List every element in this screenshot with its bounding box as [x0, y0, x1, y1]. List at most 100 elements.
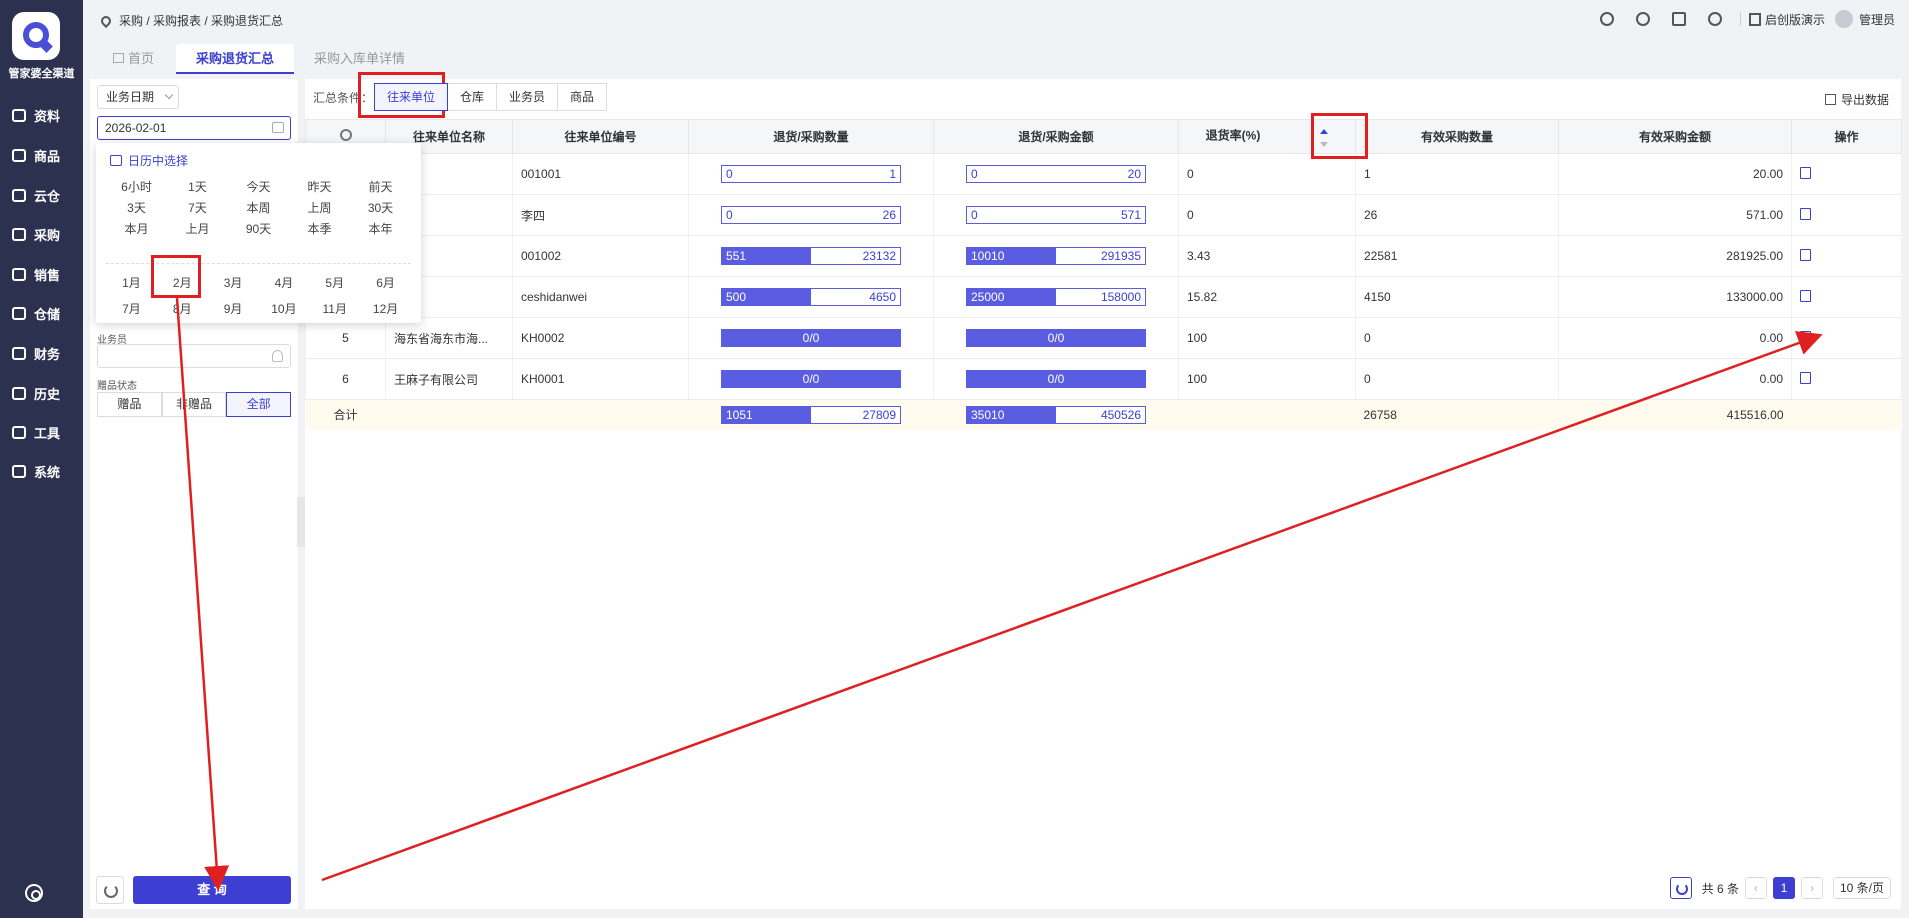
month-option[interactable]: 7月: [106, 296, 157, 322]
quick-range-option[interactable]: 上月: [167, 219, 228, 240]
month-option[interactable]: 9月: [208, 296, 259, 322]
quick-range-option[interactable]: 1天: [167, 177, 228, 198]
settings-gear-icon[interactable]: [25, 884, 43, 902]
user-name[interactable]: 管理员: [1859, 11, 1895, 28]
table-row[interactable]: 6 王麻子有限公司 KH0001 0/0 0/0 100 0 0.00: [305, 358, 1902, 400]
col-return-purchase-amount[interactable]: 退货/采购金额: [933, 119, 1179, 154]
summary-by-partner[interactable]: 往来单位: [374, 83, 449, 111]
month-option[interactable]: 11月: [309, 296, 360, 322]
qty-bar: 01: [721, 165, 901, 183]
page-number[interactable]: 1: [1772, 877, 1795, 899]
month-option[interactable]: 12月: [360, 296, 411, 322]
partner-code: 001002: [512, 235, 689, 277]
detail-doc-icon[interactable]: [1800, 166, 1811, 179]
bar-return-value: 0: [971, 167, 978, 181]
month-option[interactable]: 5月: [309, 270, 360, 296]
search-icon[interactable]: [1599, 12, 1614, 26]
summary-by-salesman[interactable]: 业务员: [496, 83, 559, 111]
col-effective-qty[interactable]: 有效采购数量: [1355, 119, 1559, 154]
action-cell: [1791, 235, 1902, 277]
gift-option-gift[interactable]: 赠品: [97, 392, 162, 417]
app-logo[interactable]: [12, 12, 60, 60]
summary-by-goods[interactable]: 商品: [557, 83, 608, 111]
nav-item-sales[interactable]: 销售: [0, 259, 83, 289]
gift-option-all[interactable]: 全部: [226, 392, 292, 417]
month-option[interactable]: 10月: [258, 296, 309, 322]
refresh-icon[interactable]: [1669, 877, 1692, 899]
quick-range-option[interactable]: 今天: [228, 177, 289, 198]
prev-page-button[interactable]: ‹: [1744, 877, 1767, 899]
quick-range-option[interactable]: 本月: [106, 219, 167, 240]
month-option[interactable]: 8月: [157, 296, 208, 322]
reset-button[interactable]: [96, 876, 124, 904]
quick-range-option[interactable]: 90天: [228, 219, 289, 240]
quick-range-option[interactable]: 6小时: [106, 177, 167, 198]
detail-doc-icon[interactable]: [1800, 248, 1811, 261]
brand-name: 管家婆全渠道: [8, 68, 75, 80]
company-name[interactable]: 启创版演示: [1765, 11, 1825, 28]
nav-item-tools[interactable]: 工具: [0, 417, 83, 447]
qty-bar: 0/0: [721, 329, 901, 347]
tab-home[interactable]: 首页: [93, 44, 174, 74]
quick-range-option[interactable]: 本年: [350, 219, 411, 240]
salesman-input[interactable]: [97, 344, 291, 368]
avatar[interactable]: [1834, 10, 1853, 28]
data-icon: [12, 108, 26, 122]
col-return-purchase-qty[interactable]: 退货/采购数量: [688, 119, 934, 154]
date-input[interactable]: 2026-02-01: [97, 116, 291, 140]
nav-item-ziliao[interactable]: 资料: [0, 100, 83, 130]
gift-option-nongift[interactable]: 非赠品: [161, 392, 227, 417]
nav-item-goods[interactable]: 商品: [0, 140, 83, 170]
notice-board-icon[interactable]: [1671, 12, 1686, 26]
table-row[interactable]: 单位ceshidanwei50046502500015800015.824150…: [305, 276, 1902, 318]
col-effective-amount[interactable]: 有效采购金额: [1558, 119, 1792, 154]
quick-range-option[interactable]: 本周: [228, 198, 289, 219]
page-size-select[interactable]: 10 条/页: [1832, 877, 1891, 899]
export-button[interactable]: 导出数据: [1824, 91, 1889, 108]
top-bar: 采购 / 采购报表 / 采购退货汇总 启创版演示 管理员: [83, 0, 1909, 40]
calendar-pick-link[interactable]: 日历中选择: [110, 152, 188, 169]
detail-doc-icon[interactable]: [1800, 371, 1811, 384]
quick-range-option[interactable]: 本季: [289, 219, 350, 240]
quick-range-option[interactable]: 昨天: [289, 177, 350, 198]
nav-item-cloud-warehouse[interactable]: 云仓: [0, 180, 83, 210]
support-icon[interactable]: [1635, 12, 1650, 26]
month-option[interactable]: 4月: [258, 270, 309, 296]
bar-return-value: 1051: [726, 407, 753, 422]
tab-purchase-inbound-detail[interactable]: 采购入库单详情: [294, 44, 425, 74]
query-button[interactable]: 查 询: [133, 876, 291, 904]
month-option[interactable]: 3月: [208, 270, 259, 296]
quick-range-option[interactable]: 3天: [106, 198, 167, 219]
gift-status-toggle: 赠品 非赠品 全部: [97, 392, 292, 417]
quick-range-option[interactable]: 上周: [289, 198, 350, 219]
detail-doc-icon[interactable]: [1800, 330, 1811, 343]
tab-purchase-return-summary[interactable]: 采购退货汇总: [176, 44, 295, 74]
amount-cell: 25000 158000: [933, 276, 1179, 318]
empty-cell: [1178, 399, 1356, 430]
table-row[interactable]: 一001001010200120.00: [305, 153, 1902, 195]
export-icon: [1824, 94, 1836, 105]
month-option[interactable]: 6月: [360, 270, 411, 296]
detail-doc-icon[interactable]: [1800, 289, 1811, 302]
total-qty-cell: 1051 27809: [688, 399, 934, 430]
partner-code: 李四: [512, 194, 689, 236]
detail-doc-icon[interactable]: [1800, 207, 1811, 220]
effective-amount: 0.00: [1558, 358, 1792, 400]
bell-icon[interactable]: [1707, 12, 1722, 26]
month-option[interactable]: 1月: [106, 270, 157, 296]
table-row[interactable]: 5 海东省海东市海... KH0002 0/0 0/0 100 0 0.00: [305, 317, 1902, 359]
nav-item-history[interactable]: 历史: [0, 378, 83, 408]
quick-range-option[interactable]: 30天: [350, 198, 411, 219]
nav-item-finance[interactable]: 财务: [0, 338, 83, 368]
table-row[interactable]: 李四 0 26 0 571 0 26 571.00: [305, 194, 1902, 236]
date-type-select[interactable]: 业务日期: [97, 85, 179, 109]
col-partner-code[interactable]: 往来单位编号: [512, 119, 689, 154]
summary-by-warehouse[interactable]: 仓库: [447, 83, 498, 111]
nav-item-purchase[interactable]: 采购: [0, 219, 83, 249]
nav-item-storage[interactable]: 仓储: [0, 298, 83, 328]
next-page-button[interactable]: ›: [1800, 877, 1823, 899]
quick-range-option[interactable]: 前天: [350, 177, 411, 198]
quick-range-option[interactable]: 7天: [167, 198, 228, 219]
table-row[interactable]: 二00100255123132100102919353.432258128192…: [305, 235, 1902, 277]
nav-item-system[interactable]: 系统: [0, 456, 83, 486]
